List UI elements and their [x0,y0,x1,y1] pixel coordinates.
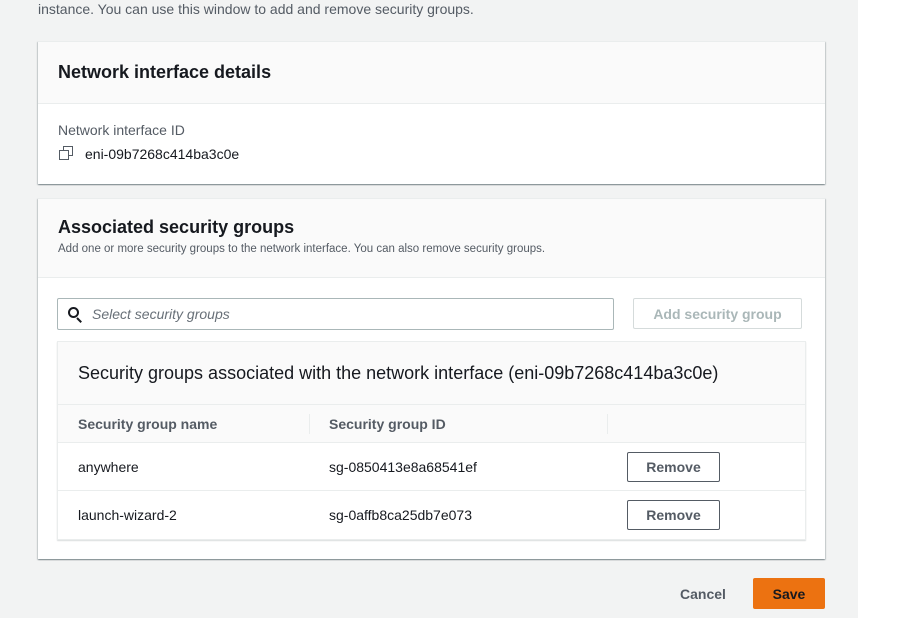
panel-description: Add one or more security groups to the n… [58,243,546,255]
panel-body: Network interface ID eni-09b7268c414ba3c… [38,104,825,162]
associated-security-groups-panel: Associated security groups Add one or mo… [38,198,825,559]
table-row: launch-wizard-2 sg-0affb8ca25db7e073 Rem… [58,491,805,539]
add-security-group-button[interactable]: Add security group [633,298,802,329]
column-header-name: Security group name [78,416,218,432]
save-button[interactable]: Save [753,578,825,609]
column-divider [607,414,608,434]
panel-title: Network interface details [58,62,272,82]
panel-header: Network interface details [38,42,825,104]
intro-text: instance. You can use this window to add… [38,1,474,17]
security-group-id: sg-0affb8ca25db7e073 [329,507,472,523]
cancel-button[interactable]: Cancel [663,578,743,609]
security-group-name: anywhere [78,459,139,475]
column-header-id: Security group ID [329,416,446,432]
network-interface-id-value-row: eni-09b7268c414ba3c0e [58,146,805,162]
panel-title: Associated security groups [58,217,295,237]
table-row: anywhere sg-0850413e8a68541ef Remove [58,443,805,491]
security-groups-table: Security groups associated with the netw… [57,341,806,540]
panel-header: Associated security groups Add one or mo… [38,199,825,278]
search-input[interactable] [92,306,572,322]
security-group-name: launch-wizard-2 [78,507,177,523]
page: instance. You can use this window to add… [0,0,902,618]
table-header: Security groups associated with the netw… [58,342,805,405]
remove-button[interactable]: Remove [627,500,720,530]
remove-button[interactable]: Remove [627,452,720,482]
table-title: Security groups associated with the netw… [78,362,719,383]
security-group-search[interactable] [57,298,614,330]
search-icon [68,307,82,323]
security-group-id: sg-0850413e8a68541ef [329,459,477,475]
right-gutter [858,0,902,618]
network-interface-details-panel: Network interface details Network interf… [38,41,825,184]
table-column-headers: Security group name Security group ID [58,405,805,443]
column-divider [309,414,310,434]
network-interface-id-label: Network interface ID [58,122,185,138]
network-interface-id-value: eni-09b7268c414ba3c0e [85,146,240,162]
copy-icon[interactable] [58,146,76,162]
